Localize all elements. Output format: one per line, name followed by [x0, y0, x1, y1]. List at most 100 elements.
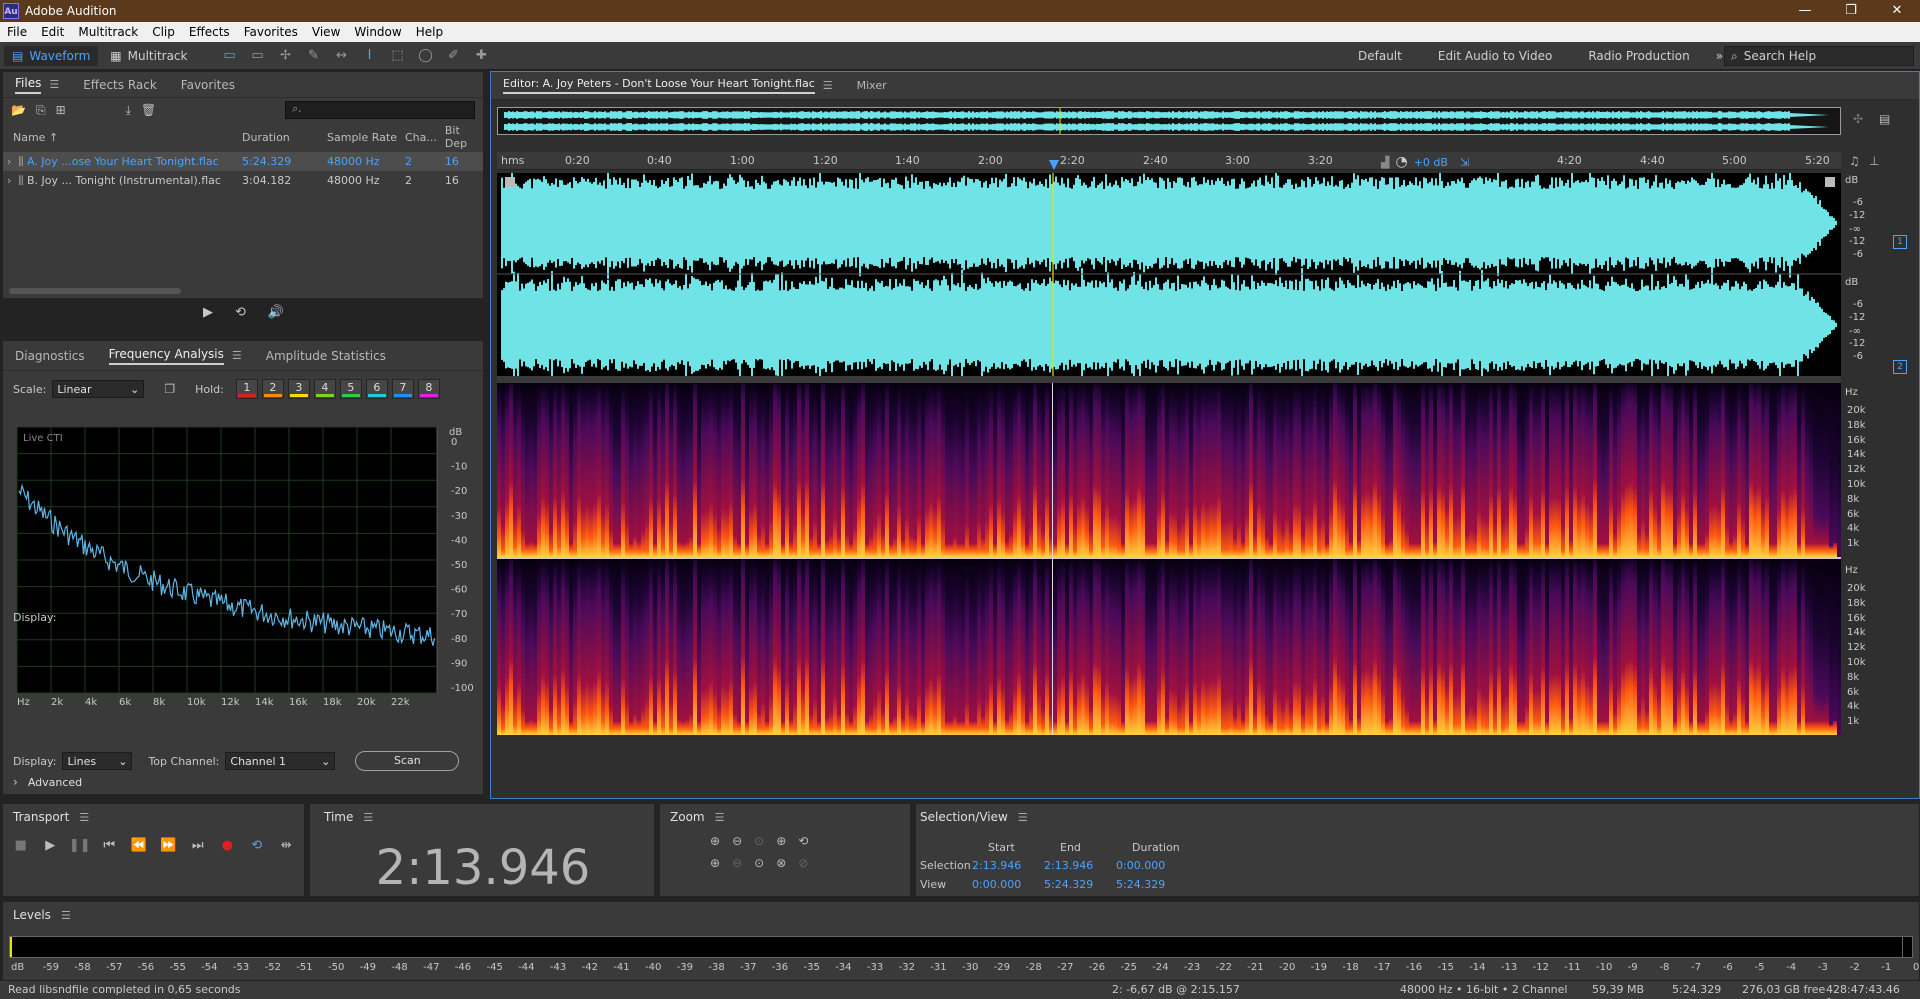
column-sample-rate[interactable]: Sample Rate	[323, 122, 401, 152]
display-divider[interactable]	[497, 376, 1841, 383]
tab-files[interactable]: Files ☰	[3, 72, 71, 98]
spectral-display[interactable]	[497, 383, 1841, 735]
menu-clip[interactable]: Clip	[145, 22, 182, 42]
display-dropdown[interactable]: Lines ⌄	[62, 752, 133, 770]
overview-navigator[interactable]	[497, 107, 1841, 135]
hold-button-7[interactable]: 7	[391, 379, 414, 399]
close-button[interactable]: ✕	[1874, 0, 1920, 22]
panel-menu-icon[interactable]: ☰	[1018, 811, 1028, 824]
loop-playback-icon[interactable]: ⟲	[243, 838, 271, 853]
menu-view[interactable]: View	[305, 22, 347, 42]
stop-icon[interactable]: ■	[7, 838, 35, 853]
files-horizontal-scrollbar[interactable]	[9, 288, 181, 294]
panel-menu-icon[interactable]: ☰	[49, 78, 59, 91]
insert-into-multitrack-icon[interactable]: ⤓	[126, 103, 131, 118]
fade-out-handle[interactable]	[1825, 177, 1835, 187]
maximize-button[interactable]: ❐	[1828, 0, 1874, 22]
view-end[interactable]: 5:24.329	[1044, 878, 1116, 891]
preview-loop-icon[interactable]: ⟲	[235, 305, 246, 320]
column-bit-depth[interactable]: Bit Dep	[441, 122, 483, 152]
menu-edit[interactable]: Edit	[34, 22, 71, 42]
zoom-in-point-icon[interactable]: ⊙	[754, 834, 764, 848]
hud-pin-icon[interactable]: ⇲	[1460, 156, 1469, 169]
record-icon[interactable]: ●	[214, 838, 242, 853]
pause-icon[interactable]: ❚❚	[66, 838, 94, 853]
delete-file-icon[interactable]: 🗑	[141, 103, 156, 117]
view-duration[interactable]: 5:24.329	[1116, 878, 1188, 891]
table-row[interactable]: › ⫼ A. Joy ...ose Your Heart Tonight.fla…	[3, 152, 483, 171]
import-file-icon[interactable]: ⎘	[36, 103, 46, 118]
minimize-button[interactable]: —	[1782, 0, 1828, 22]
lasso-tool-icon[interactable]: ◯	[417, 48, 433, 64]
spot-healing-tool-icon[interactable]: ✚	[473, 48, 489, 64]
panel-menu-icon[interactable]: ☰	[363, 811, 373, 824]
hold-button-2[interactable]: 2	[261, 379, 284, 399]
move-tool-icon[interactable]: ✢	[277, 48, 293, 64]
razor-tool-icon[interactable]: ✎	[305, 48, 321, 64]
zoom-vertical-icon[interactable]: ♫	[1849, 154, 1860, 168]
hud-volume-knob-icon[interactable]: ◔	[1395, 154, 1407, 170]
workspace-radio-production[interactable]: Radio Production	[1570, 49, 1707, 63]
panel-menu-icon[interactable]: ☰	[61, 909, 71, 922]
workspace-default[interactable]: Default	[1340, 49, 1420, 63]
view-start[interactable]: 0:00.000	[972, 878, 1044, 891]
open-file-icon[interactable]: 📂	[11, 103, 26, 117]
pin-icon[interactable]: ⊥	[1869, 154, 1879, 168]
menu-file[interactable]: File	[0, 22, 34, 42]
play-icon[interactable]: ▶	[37, 838, 65, 853]
selection-end[interactable]: 2:13.946	[1044, 859, 1116, 872]
waveform-display[interactable]	[497, 173, 1841, 376]
selection-start[interactable]: 2:13.946	[972, 859, 1044, 872]
tab-diagnostics[interactable]: Diagnostics	[3, 343, 97, 369]
current-time-display[interactable]: 2:13.946	[310, 840, 656, 896]
timeline-ruler[interactable]: hms 0:20 0:40 1:00 1:20 1:40 2:00 2:20 2:40 3:00…	[497, 152, 1841, 170]
table-row[interactable]: › ⫼ B. Joy ... Tonight (Instrumental).fl…	[3, 171, 483, 190]
zoom-in-time-icon[interactable]: ⊕	[710, 856, 720, 870]
rewind-icon[interactable]: ⏪	[125, 838, 153, 853]
preview-volume-icon[interactable]: 🔊	[268, 305, 284, 320]
zoom-to-selection-left-icon[interactable]: ⊙	[754, 856, 764, 870]
zoom-out-time-icon[interactable]: ⊖	[732, 856, 742, 870]
channel-1-toggle[interactable]: 1	[1893, 235, 1907, 249]
multitrack-mode-button[interactable]: ▦ Multitrack	[102, 46, 195, 66]
zoom-to-selection-icon[interactable]: ✣	[1853, 112, 1863, 126]
spectral-display-icon[interactable]: ▭	[221, 48, 237, 64]
tab-amplitude-statistics[interactable]: Amplitude Statistics	[254, 343, 398, 369]
skip-selection-icon[interactable]: ⇹	[273, 838, 301, 853]
playhead-marker[interactable]	[1049, 160, 1059, 170]
panel-menu-icon[interactable]: ☰	[823, 79, 833, 92]
slip-tool-icon[interactable]: ↔	[333, 48, 349, 64]
panel-menu-icon[interactable]: ☰	[715, 811, 725, 824]
hold-button-6[interactable]: 6	[365, 379, 388, 399]
workspace-edit-audio-to-video[interactable]: Edit Audio to Video	[1420, 49, 1570, 63]
tab-frequency-analysis[interactable]: Frequency Analysis ☰	[97, 343, 254, 369]
hold-button-4[interactable]: 4	[313, 379, 336, 399]
volume-hud[interactable]: ▟ ◔ +0 dB ⇲	[1381, 154, 1469, 170]
hold-button-8[interactable]: 8	[417, 379, 440, 399]
zoom-reset-icon[interactable]: ⟲	[798, 834, 808, 848]
selection-duration[interactable]: 0:00.000	[1116, 859, 1188, 872]
zoom-out-amplitude-icon[interactable]: ⊖	[732, 834, 742, 848]
menu-favorites[interactable]: Favorites	[237, 22, 305, 42]
waveform-mode-button[interactable]: ▤ Waveform	[4, 45, 99, 66]
hold-button-5[interactable]: 5	[339, 379, 362, 399]
hold-button-1[interactable]: 1	[235, 379, 258, 399]
overview-options-icon[interactable]: ▤	[1879, 112, 1890, 126]
fade-in-handle[interactable]	[505, 177, 515, 187]
zoom-out-frequency-icon[interactable]: ⊘	[798, 856, 808, 870]
zoom-in-frequency-icon[interactable]: ⊕	[776, 834, 786, 848]
tab-favorites[interactable]: Favorites	[169, 72, 247, 98]
top-channel-dropdown[interactable]: Channel 1 ⌄	[225, 752, 336, 770]
zoom-in-amplitude-icon[interactable]: ⊕	[710, 834, 720, 848]
panel-menu-icon[interactable]: ☰	[232, 349, 242, 362]
scale-dropdown[interactable]: Linear ⌄	[52, 380, 145, 398]
brush-tool-icon[interactable]: ✐	[445, 48, 461, 64]
time-selection-tool-icon[interactable]: I	[361, 48, 377, 64]
skip-to-start-icon[interactable]: ⏮	[96, 838, 124, 853]
menu-multitrack[interactable]: Multitrack	[71, 22, 145, 42]
snapshot-icon[interactable]: ❐	[164, 382, 175, 396]
menu-window[interactable]: Window	[347, 22, 408, 42]
column-duration[interactable]: Duration	[238, 122, 323, 152]
menu-help[interactable]: Help	[409, 22, 450, 42]
files-search-input[interactable]: ⌕.	[285, 101, 475, 119]
